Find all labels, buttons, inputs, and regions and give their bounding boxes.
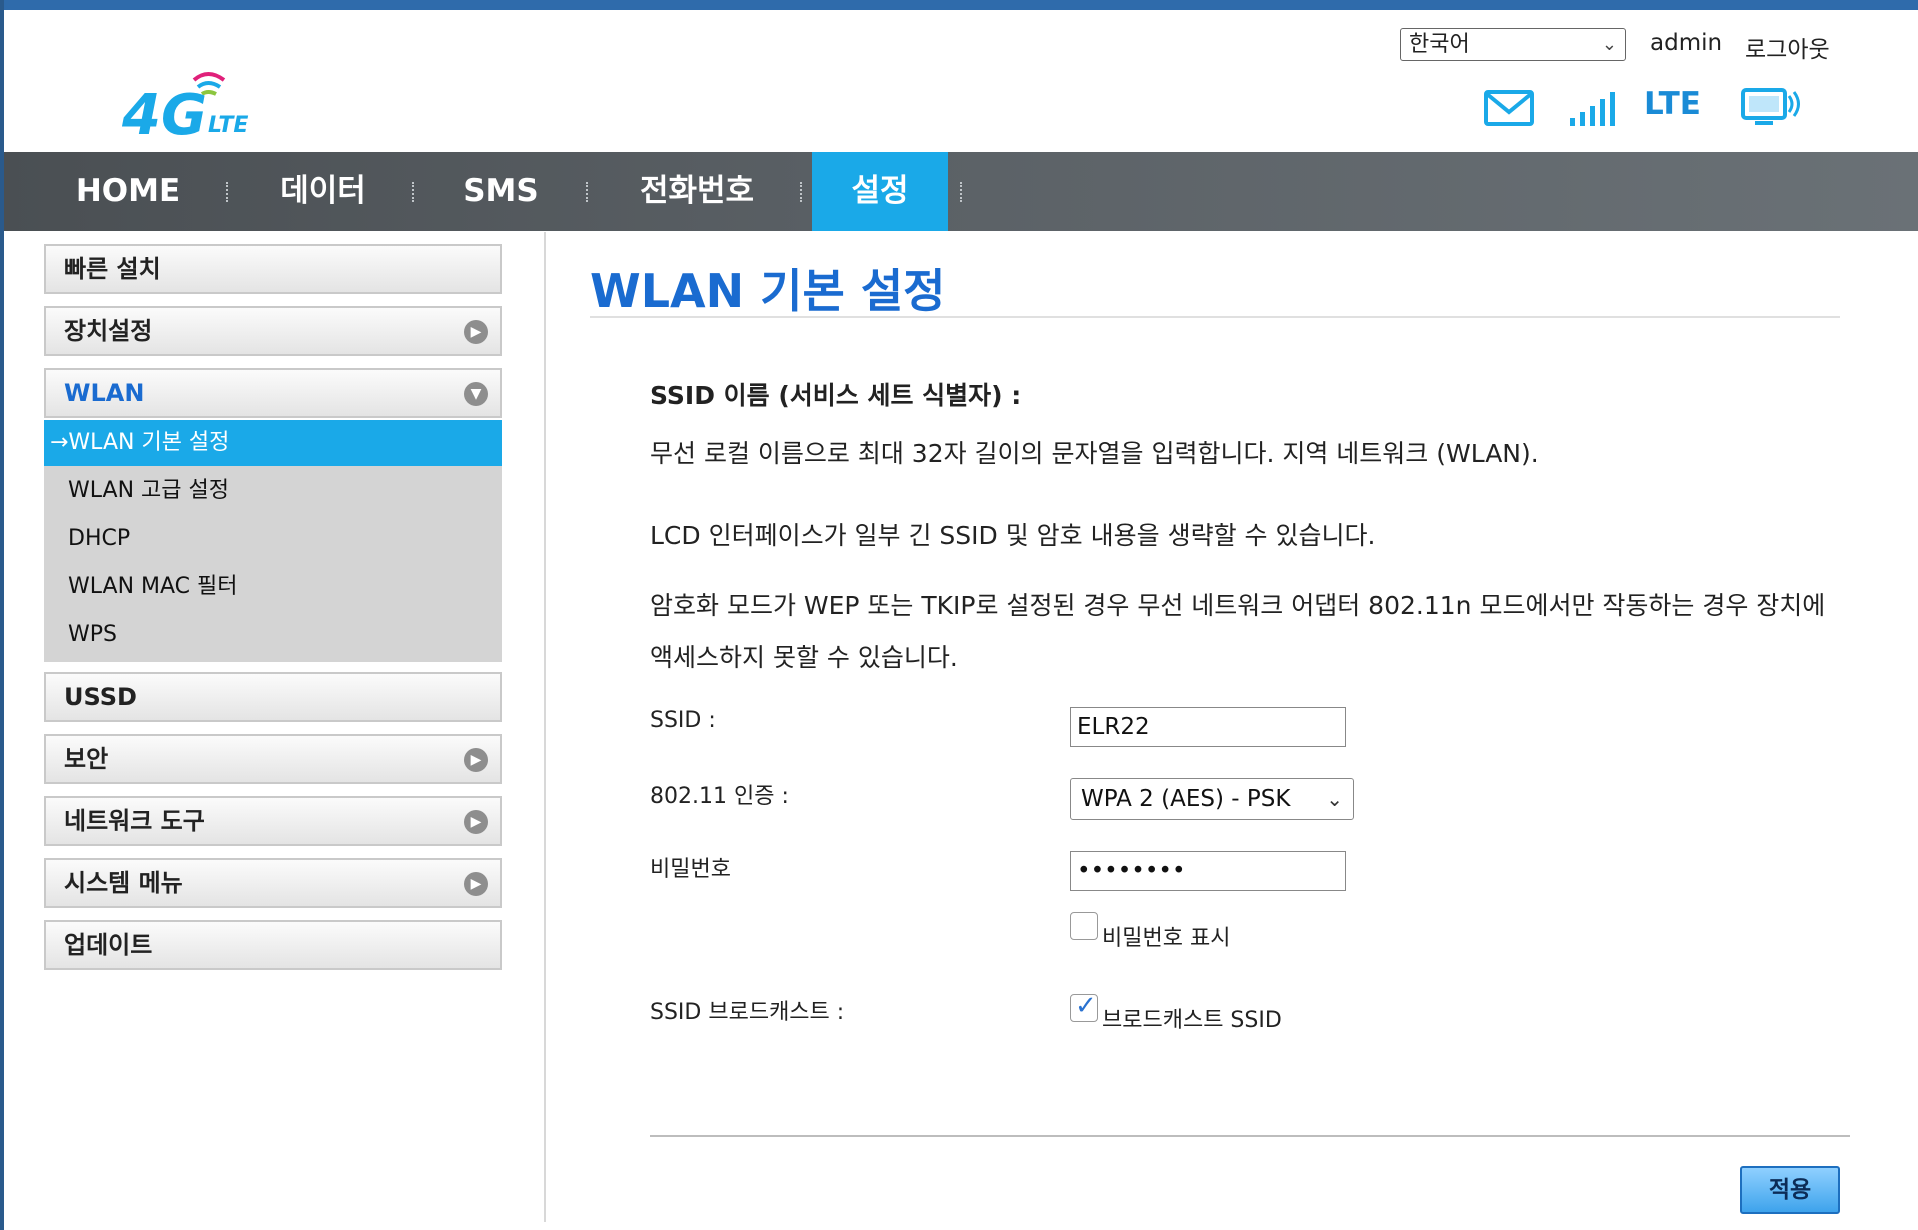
chevron-down-icon: ▼ — [464, 382, 488, 406]
encryption-warning-text: 암호화 모드가 WEP 또는 TKIP로 설정된 경우 무선 네트워크 어댑터 … — [650, 591, 1826, 672]
chevron-right-icon: ▶ — [464, 748, 488, 772]
chevron-down-icon: ⌄ — [1326, 787, 1343, 811]
mail-icon[interactable] — [1484, 90, 1534, 130]
check-icon: ✓ — [1075, 991, 1097, 1021]
router-admin-page: 4G LTE 한국어 ⌄ admin 로그아웃 LTE HOME 데이터 SMS… — [0, 0, 1918, 1230]
broadcast-ssid-checkbox[interactable]: ✓ — [1070, 991, 1098, 1022]
monitor-icon — [1741, 88, 1801, 132]
nav-divider — [412, 182, 416, 202]
logout-link[interactable]: 로그아웃 — [1745, 30, 1830, 64]
signal-icon — [1570, 90, 1622, 130]
sidebar-item-label: WLAN — [64, 379, 145, 407]
nav-divider — [226, 182, 230, 202]
sidebar-item-label: 네트워크 도구 — [64, 807, 205, 835]
apply-button[interactable]: 적용 — [1740, 1166, 1840, 1214]
nav-divider — [800, 182, 804, 202]
top-accent-line — [4, 0, 1918, 10]
sidebar-item-system-menu[interactable]: 시스템 메뉴 ▶ — [44, 858, 502, 908]
chevron-right-icon: ▶ — [464, 320, 488, 344]
auth-select[interactable]: WPA 2 (AES) - PSK ⌄ — [1070, 778, 1354, 820]
nav-data[interactable]: 데이터 — [258, 152, 388, 231]
page-title: WLAN 기본 설정 — [590, 264, 946, 318]
chevron-down-icon: ⌄ — [1601, 34, 1617, 55]
content-divider — [544, 232, 546, 1222]
sidebar-item-label: 장치설정 — [64, 317, 153, 345]
chevron-right-icon: ▶ — [464, 872, 488, 896]
network-type-label: LTE — [1644, 86, 1701, 122]
submenu-item-wlan-advanced[interactable]: WLAN 고급 설정 — [44, 468, 502, 514]
submenu-item-wps[interactable]: WPS — [44, 612, 502, 658]
lcd-note-text: LCD 인터페이스가 일부 긴 SSID 및 암호 내용을 생략할 수 있습니다… — [650, 521, 1376, 550]
language-value: 한국어 — [1409, 32, 1470, 57]
sidebar-item-wlan[interactable]: WLAN ▼ — [44, 368, 502, 418]
sidebar-item-quick-setup[interactable]: 빠른 설치 — [44, 244, 502, 294]
submenu-item-wlan-basic[interactable]: →WLAN 기본 설정 — [44, 420, 502, 466]
sidebar-item-label: 시스템 메뉴 — [64, 869, 183, 897]
user-name: admin — [1650, 30, 1723, 56]
auth-label: 802.11 인증 : — [650, 784, 789, 809]
nav-divider — [960, 182, 964, 202]
svg-text:LTE: LTE — [208, 113, 248, 138]
sidebar-item-security[interactable]: 보안 ▶ — [44, 734, 502, 784]
main-nav: HOME 데이터 SMS 전화번호 설정 — [4, 152, 1918, 231]
nav-phonebook[interactable]: 전화번호 — [622, 152, 772, 231]
sidebar-item-ussd[interactable]: USSD — [44, 672, 502, 722]
nav-settings[interactable]: 설정 — [812, 152, 948, 231]
ssid-description-text: 무선 로컬 이름으로 최대 32자 길이의 문자열을 입력합니다. 지역 네트워… — [650, 439, 1539, 468]
nav-sms[interactable]: SMS — [448, 152, 554, 231]
title-divider — [590, 316, 1840, 318]
chevron-right-icon: ▶ — [464, 810, 488, 834]
submenu-item-dhcp[interactable]: DHCP — [44, 516, 502, 562]
form-divider — [650, 1135, 1850, 1137]
ssid-label: SSID : — [650, 708, 716, 733]
ssid-description-heading: SSID 이름 (서비스 세트 식별자) : — [650, 381, 1022, 410]
nav-home[interactable]: HOME — [50, 152, 206, 231]
password-input[interactable]: •••••••• — [1070, 851, 1346, 891]
password-label: 비밀번호 — [650, 857, 731, 882]
sidebar-item-update[interactable]: 업데이트 — [44, 920, 502, 970]
sidebar-item-label: 업데이트 — [64, 931, 153, 959]
ssid-input[interactable]: ELR22 — [1070, 707, 1346, 747]
sidebar-item-label: 빠른 설치 — [64, 255, 161, 283]
ssid-broadcast-label: SSID 브로드캐스트 : — [650, 1000, 845, 1025]
language-select[interactable]: 한국어 ⌄ — [1400, 28, 1626, 61]
nav-divider — [586, 182, 590, 202]
show-password-label: 비밀번호 표시 — [1102, 926, 1231, 951]
svg-text:4G: 4G — [122, 83, 207, 148]
sidebar-item-network-tools[interactable]: 네트워크 도구 ▶ — [44, 796, 502, 846]
auth-value: WPA 2 (AES) - PSK — [1081, 786, 1291, 812]
4g-lte-logo: 4G LTE — [121, 62, 262, 148]
sidebar-item-label: USSD — [64, 683, 137, 711]
wlan-submenu: →WLAN 기본 설정 WLAN 고급 설정 DHCP WLAN MAC 필터 … — [44, 420, 502, 662]
show-password-checkbox[interactable] — [1070, 912, 1098, 940]
sidebar-item-label: 보안 — [64, 745, 109, 773]
submenu-item-mac-filter[interactable]: WLAN MAC 필터 — [44, 564, 502, 610]
broadcast-ssid-label: 브로드캐스트 SSID — [1102, 1008, 1282, 1033]
sidebar-item-device-settings[interactable]: 장치설정 ▶ — [44, 306, 502, 356]
